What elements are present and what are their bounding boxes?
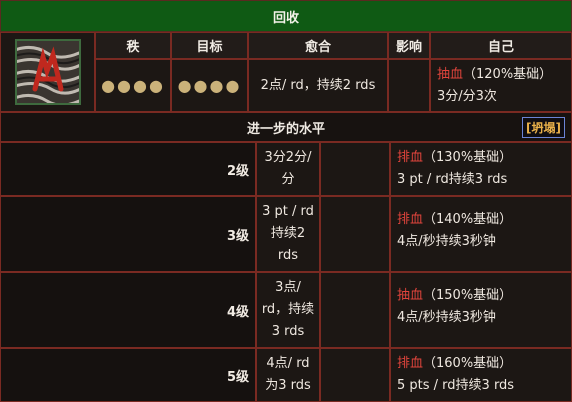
level-effect (320, 196, 390, 272)
rank-dots: ●●●● (95, 59, 171, 112)
level-heal: 4点/ rd 为3 rds (256, 348, 320, 402)
level-heal: 3分2分/ 分 (256, 142, 320, 196)
target-dots: ●●●● (171, 59, 248, 112)
target-dots-value: ●●●● (177, 75, 242, 95)
level-effect (320, 142, 390, 196)
level-label: 2级 (0, 142, 256, 196)
header-self: 自己 (430, 32, 572, 59)
level-effect (320, 272, 390, 348)
collapse-toggle[interactable]: [坍塌] (522, 117, 565, 138)
base-heal: 2点/ rd，持续2 rds (248, 59, 388, 112)
skill-icon-cell (0, 32, 95, 112)
level-self-pct: （140%基础） (423, 212, 513, 227)
rank-dots-value: ●●●● (101, 75, 165, 95)
header-effect: 影响 (388, 32, 430, 59)
header-heal: 愈合 (248, 32, 388, 59)
level-self: 排血（130%基础） 3 pt / rd持续3 rds (390, 142, 572, 196)
level-self-keyword: 排血 (397, 150, 424, 165)
level-self-detail: 5 pts / rd持续3 rds (397, 378, 515, 393)
level-self: 排血（160%基础） 5 pts / rd持续3 rds (390, 348, 572, 402)
base-self-pct: （120%基础） (463, 67, 553, 82)
level-effect (320, 348, 390, 402)
level-heal: 3 pt / rd 持续2 rds (256, 196, 320, 272)
level-self-detail: 4点/秒持续3秒钟 (397, 234, 496, 249)
level-self-keyword: 排血 (397, 212, 424, 227)
base-self: 抽血（120%基础） 3分/分3次 (430, 59, 572, 112)
further-levels-header: 进一步的水平 [坍塌] (0, 112, 572, 142)
rune-icon (14, 39, 81, 105)
further-levels-label: 进一步的水平 (246, 121, 325, 137)
level-self-pct: （130%基础） (423, 150, 513, 165)
level-self-keyword: 排血 (397, 356, 424, 371)
level-self-pct: （160%基础） (423, 356, 513, 371)
base-self-keyword: 抽血 (437, 67, 464, 82)
level-label: 5级 (0, 348, 256, 402)
level-self: 抽血（150%基础） 4点/秒持续3秒钟 (390, 272, 572, 348)
level-self-pct: （150%基础） (423, 288, 513, 303)
level-label: 3级 (0, 196, 256, 272)
level-heal: 3点/ rd，持续 3 rds (256, 272, 320, 348)
level-self-detail: 4点/秒持续3秒钟 (397, 310, 496, 325)
skill-table: 回收 秩 目标 愈合 影响 自己 ●●●● ●●●● 2点/ rd，持续2 rd… (0, 0, 572, 402)
level-self-detail: 3 pt / rd持续3 rds (397, 172, 508, 187)
header-target: 目标 (171, 32, 248, 59)
level-label: 4级 (0, 272, 256, 348)
table-title: 回收 (0, 0, 572, 32)
header-rank: 秩 (95, 32, 171, 59)
base-effect (388, 59, 430, 112)
level-self-keyword: 抽血 (397, 288, 424, 303)
base-self-detail: 3分/分3次 (437, 89, 497, 104)
level-self: 排血（140%基础） 4点/秒持续3秒钟 (390, 196, 572, 272)
